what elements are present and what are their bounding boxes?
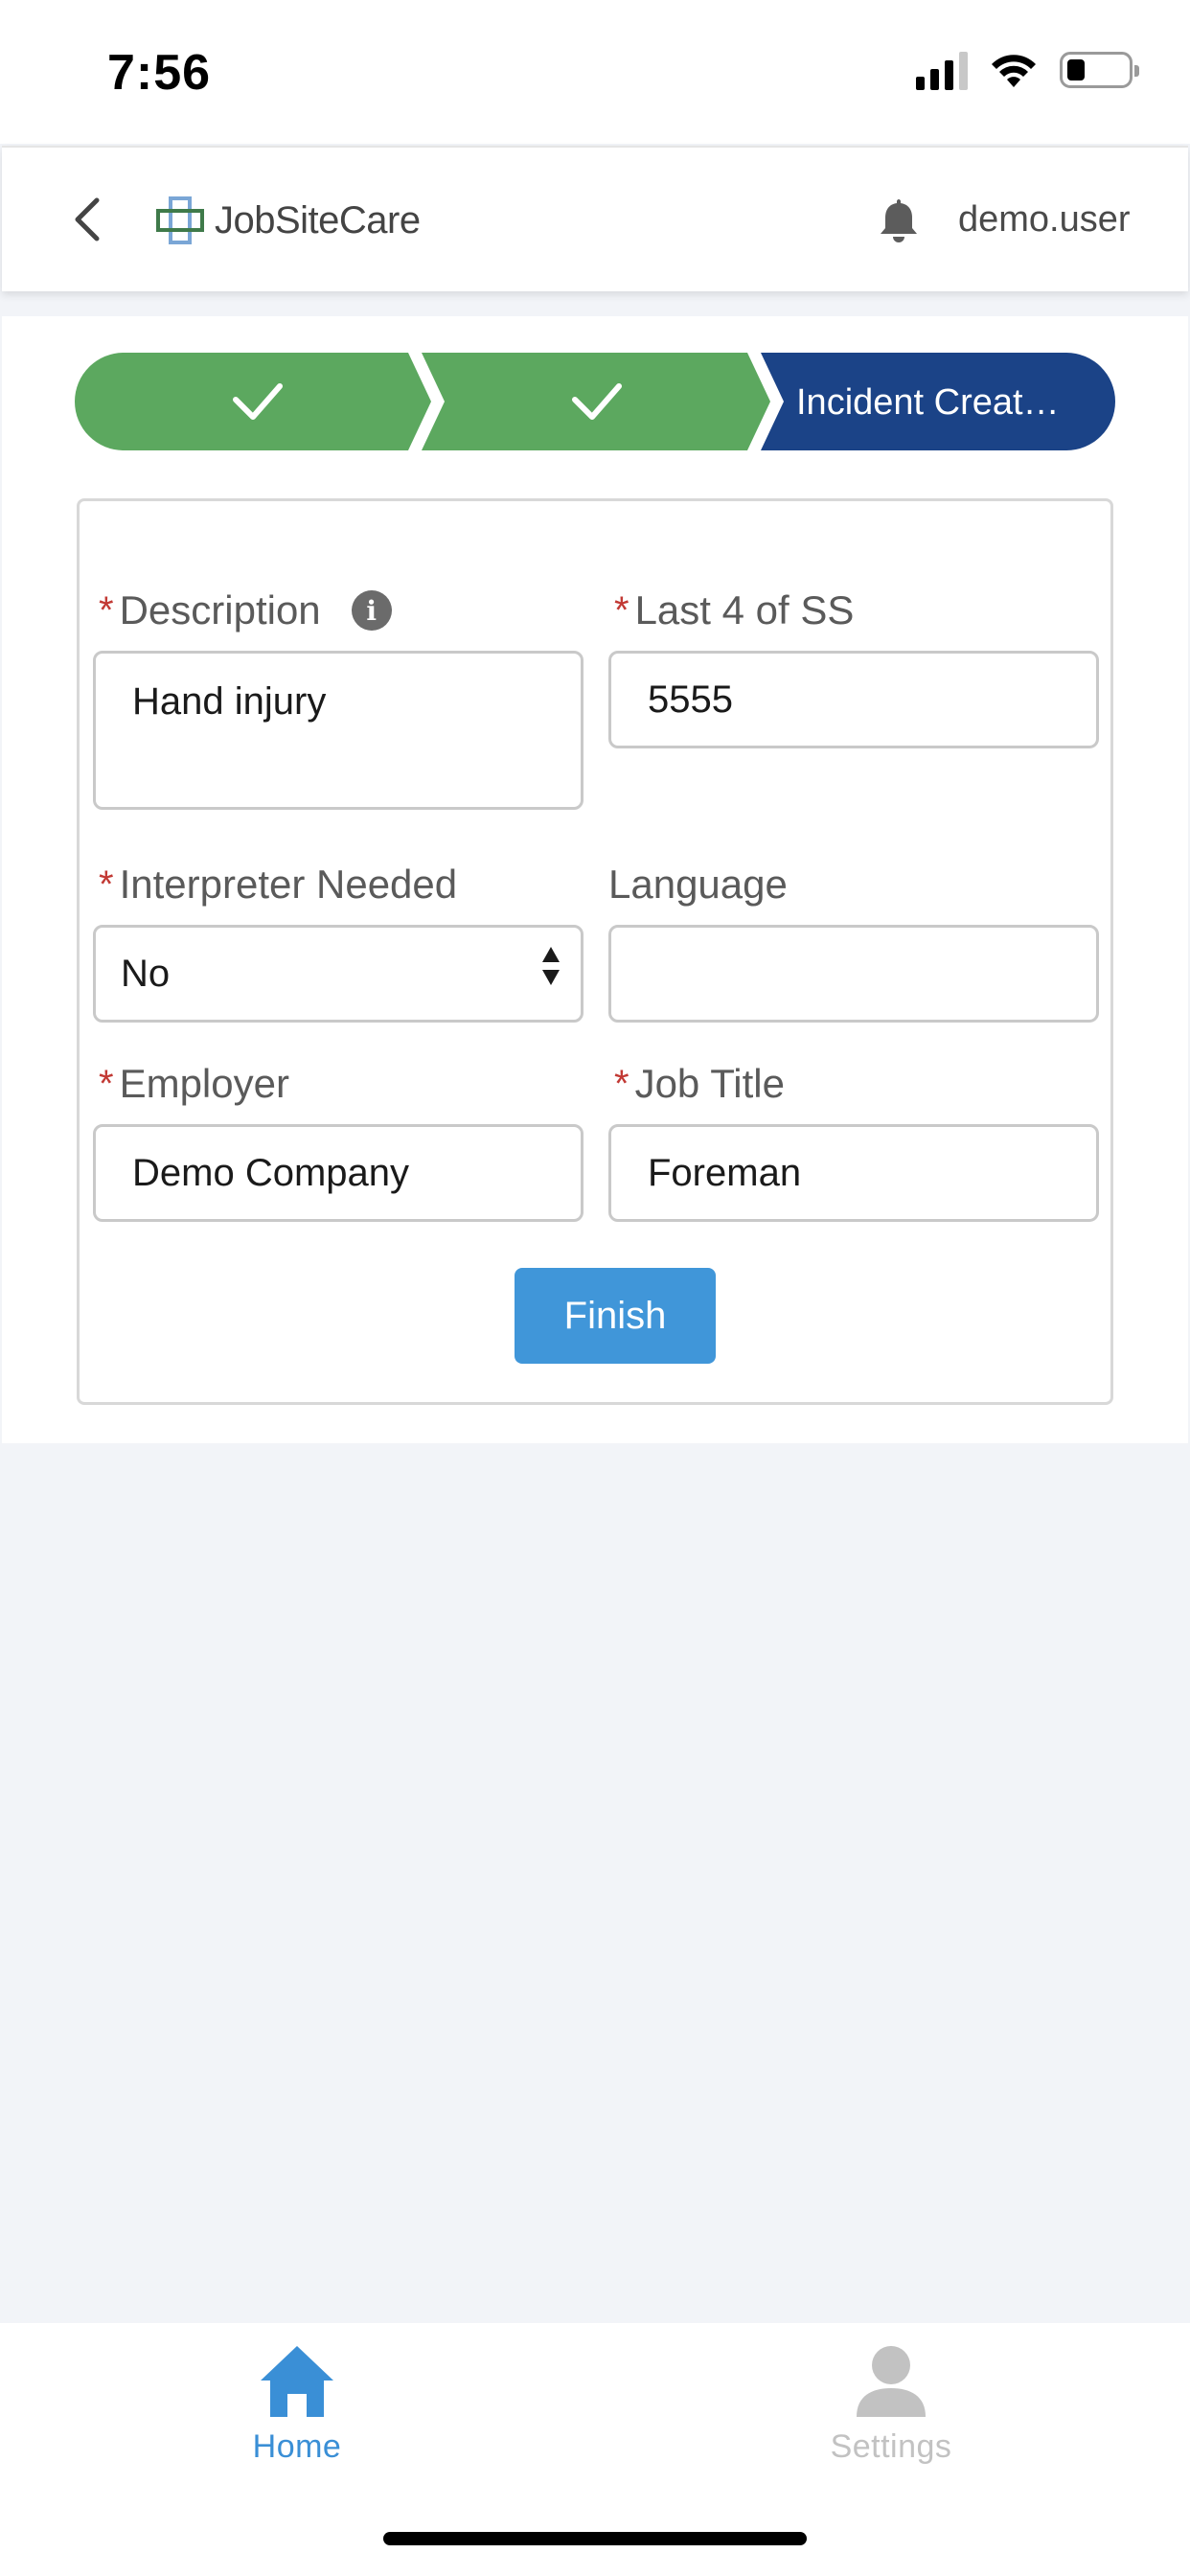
- description-label: * Description i: [99, 587, 392, 633]
- incident-form: * Description i Hand injury * Last 4 of …: [77, 498, 1113, 1405]
- back-chevron-icon: [75, 197, 100, 242]
- employer-label: * Employer: [99, 1061, 289, 1106]
- logo-cross-icon: [156, 196, 204, 244]
- status-icons: [916, 50, 1139, 90]
- interpreter-label: * Interpreter Needed: [99, 862, 458, 907]
- tab-home[interactable]: Home: [182, 2323, 412, 2515]
- logo-text: JobSiteCare: [215, 198, 421, 242]
- finish-button[interactable]: Finish: [515, 1268, 716, 1364]
- home-icon: [261, 2346, 333, 2417]
- step-2: [422, 353, 770, 450]
- info-icon[interactable]: i: [351, 590, 392, 631]
- job-title-label: * Job Title: [614, 1061, 785, 1106]
- tab-home-label: Home: [252, 2428, 342, 2465]
- status-bar: 7:56: [0, 0, 1190, 144]
- home-indicator[interactable]: [383, 2532, 807, 2545]
- step-1: [75, 353, 431, 450]
- tab-settings-label: Settings: [830, 2428, 952, 2465]
- progress-stepper: Incident Creat…: [75, 353, 1115, 450]
- app-logo: JobSiteCare: [155, 196, 421, 245]
- last4ss-label: * Last 4 of SS: [614, 587, 855, 632]
- interpreter-select[interactable]: No: [93, 925, 584, 1023]
- status-time: 7:56: [107, 45, 212, 101]
- last4ss-field[interactable]: 5555: [608, 651, 1099, 748]
- cellular-signal-icon: [916, 50, 968, 90]
- username[interactable]: demo.user: [958, 199, 1131, 241]
- battery-icon: [1060, 52, 1139, 88]
- description-field[interactable]: Hand injury: [93, 651, 584, 810]
- person-icon: [857, 2346, 926, 2417]
- wifi-icon: [992, 55, 1036, 87]
- bell-icon[interactable]: [876, 196, 922, 245]
- employer-field[interactable]: Demo Company: [93, 1124, 584, 1222]
- language-field[interactable]: [608, 925, 1099, 1023]
- job-title-field[interactable]: Foreman: [608, 1124, 1099, 1222]
- app-header: JobSiteCare demo.user: [2, 146, 1188, 291]
- select-arrows-icon: [542, 947, 560, 985]
- back-button[interactable]: [57, 186, 115, 253]
- tab-settings[interactable]: Settings: [776, 2323, 1006, 2515]
- page: 7:56 JobSiteCare demo.user Incident Crea…: [0, 0, 1190, 2576]
- step-3-label: Incident Creat…: [796, 382, 1060, 423]
- language-label: Language: [608, 862, 788, 907]
